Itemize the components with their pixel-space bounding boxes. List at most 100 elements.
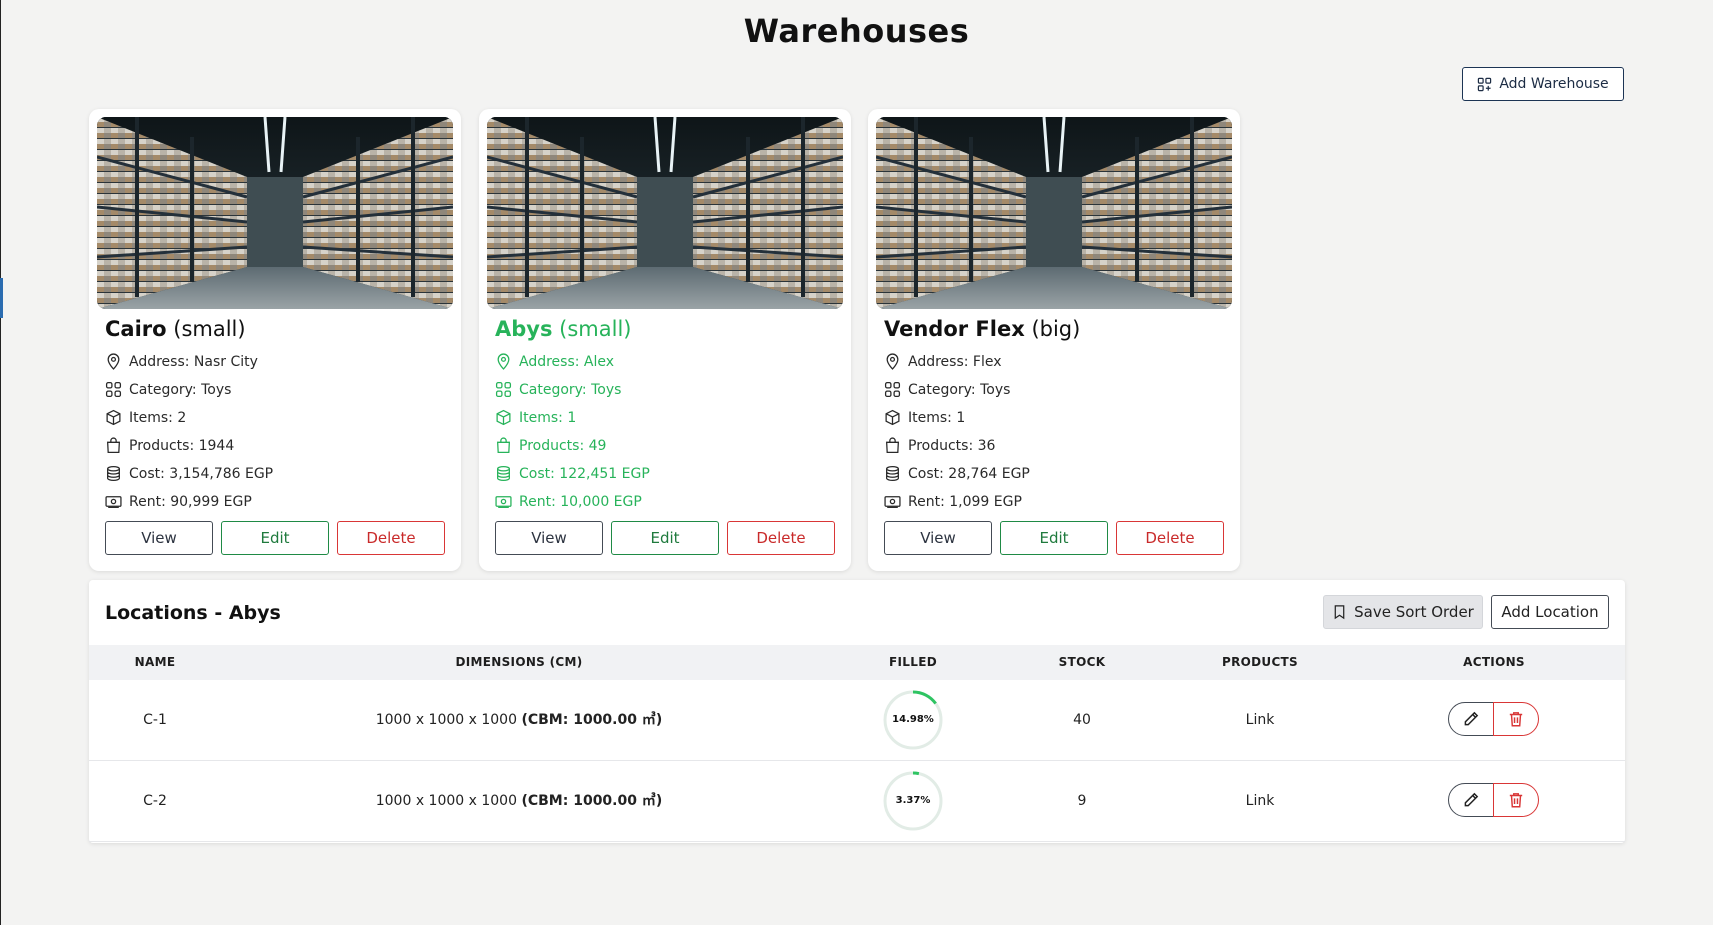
banknote-icon [105,496,122,508]
cost-text: Cost: 3,154,786 EGP [129,465,274,482]
delete-button[interactable]: Delete [1116,521,1224,555]
address-row: Address: Alex [495,353,614,370]
header-actions: ACTIONS [1463,655,1525,669]
locations-title: Locations - Abys [105,602,281,624]
location-stock: 9 [1077,793,1087,809]
warehouse-title: Cairo (small) [105,317,246,341]
address-row: Address: Flex [884,353,1002,370]
products-link[interactable]: Link [1246,680,1275,760]
warehouse-photo [876,117,1232,309]
edit-location-button[interactable] [1448,783,1494,817]
cost-text: Cost: 28,764 EGP [908,465,1030,482]
view-button[interactable]: View [495,521,603,555]
products-text: Products: 49 [519,437,607,454]
edit-location-button[interactable] [1448,702,1494,736]
window-edge-marker [0,278,3,318]
warehouse-photo [487,117,843,309]
add-grid-icon [1478,77,1492,91]
add-warehouse-label: Add Warehouse [1499,76,1609,92]
cost-row: Cost: 122,451 EGP [495,465,650,482]
view-button[interactable]: View [884,521,992,555]
window-edge [0,0,1,925]
location-dimensions: 1000 x 1000 x 1000 (CBM: 1000.00 ㎥) [376,761,663,841]
cost-row: Cost: 3,154,786 EGP [105,465,273,482]
pencil-icon [1464,711,1479,726]
trash-icon [1509,793,1523,808]
items-text: Items: 1 [519,409,577,426]
page-title: Warehouses [743,12,970,50]
edit-button[interactable]: Edit [221,521,329,555]
delete-location-button[interactable] [1493,783,1539,817]
category-grid-icon [884,381,901,398]
shopping-bag-icon [106,437,121,454]
warehouse-title: Abys (small) [495,317,632,341]
warehouse-size: (small) [173,317,246,341]
warehouse-size: (big) [1031,317,1081,341]
shopping-bag-icon [496,437,511,454]
cost-row: Cost: 28,764 EGP [884,465,1030,482]
warehouse-name: Cairo [105,317,167,341]
header-dimensions: DIMENSIONS (CM) [455,655,583,669]
header-stock: STOCK [1058,655,1106,669]
header-filled: FILLED [889,655,937,669]
shopping-bag-icon [885,437,900,454]
cbm-text: (CBM: 1000.00 ㎥) [521,793,663,809]
rent-text: Rent: 90,999 EGP [129,493,252,510]
warehouse-photo [97,117,453,309]
category-text: Category: Toys [519,381,622,398]
products-row: Products: 1944 [105,437,234,454]
warehouse-name: Vendor Flex [884,317,1025,341]
box-icon [496,409,511,426]
row-actions [1448,783,1540,819]
edit-button[interactable]: Edit [1000,521,1108,555]
filled-gauge: 14.98% [883,690,943,750]
coins-stack-icon [107,465,120,482]
trash-icon [1509,712,1523,727]
delete-button[interactable]: Delete [727,521,835,555]
items-text: Items: 2 [129,409,187,426]
rent-text: Rent: 1,099 EGP [908,493,1022,510]
rent-row: Rent: 90,999 EGP [105,493,252,510]
location-stock: 40 [1073,712,1091,728]
address-row: Address: Nasr City [105,353,258,370]
location-name: C-1 [143,712,167,728]
add-warehouse-button[interactable]: Add Warehouse [1462,67,1624,101]
warehouse-name: Abys [495,317,553,341]
products-row: Products: 49 [495,437,606,454]
products-text: Products: 1944 [129,437,235,454]
rent-text: Rent: 10,000 EGP [519,493,642,510]
header-name: NAME [134,655,176,669]
warehouse-card-abys[interactable]: Abys (small) Address: Alex Category: Toy… [479,109,851,571]
category-grid-icon [105,381,122,398]
coins-stack-icon [886,465,899,482]
add-location-button[interactable]: Add Location [1491,595,1609,629]
warehouse-card-vendor-flex[interactable]: Vendor Flex (big) Address: Flex Category… [868,109,1240,571]
save-sort-order-label: Save Sort Order [1354,603,1474,621]
products-link[interactable]: Link [1246,761,1275,841]
address-text: Address: Alex [519,353,615,370]
warehouse-title: Vendor Flex (big) [884,317,1080,341]
address-text: Address: Nasr City [129,353,258,370]
delete-location-button[interactable] [1493,702,1539,736]
header-products: PRODUCTS [1222,655,1298,669]
bookmark-icon [1334,605,1345,620]
warehouse-size: (small) [559,317,632,341]
cost-text: Cost: 122,451 EGP [519,465,650,482]
category-row: Category: Toys [884,381,1010,398]
view-button[interactable]: View [105,521,213,555]
items-row: Items: 1 [884,409,965,426]
map-pin-icon [497,353,510,370]
edit-button[interactable]: Edit [611,521,719,555]
items-text: Items: 1 [908,409,966,426]
location-dimensions: 1000 x 1000 x 1000 (CBM: 1000.00 ㎥) [376,680,663,760]
rent-row: Rent: 10,000 EGP [495,493,642,510]
cbm-text: (CBM: 1000.00 ㎥) [521,712,663,728]
category-text: Category: Toys [908,381,1011,398]
filled-percent: 3.37% [895,795,931,806]
delete-button[interactable]: Delete [337,521,445,555]
map-pin-icon [107,353,120,370]
map-pin-icon [886,353,899,370]
warehouse-card-cairo[interactable]: Cairo (small) Address: Nasr City Categor… [89,109,461,571]
box-icon [106,409,121,426]
save-sort-order-button[interactable]: Save Sort Order [1323,595,1483,629]
